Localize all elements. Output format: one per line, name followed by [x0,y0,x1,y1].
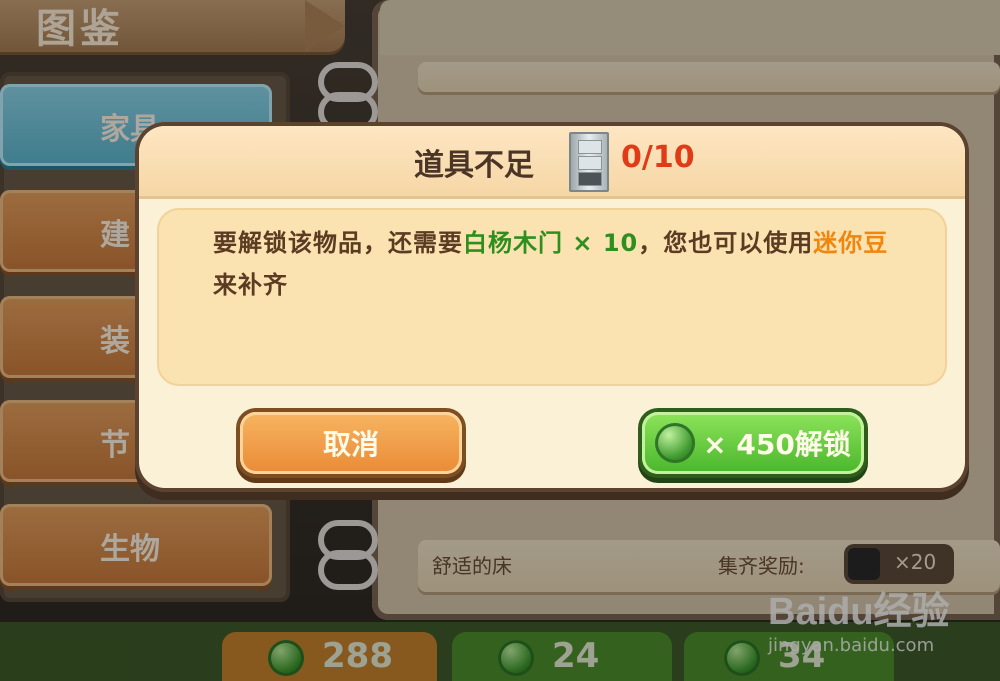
message-text: 要解锁该物品，还需要 [213,229,463,257]
gem-icon [655,423,696,463]
message-text: ，您也可以使用 [638,229,814,257]
currency-name: 迷你豆 [813,229,889,257]
insufficient-items-dialog: 道具不足 0/10 要解锁该物品，还需要白杨木门 × 10，您也可以使用迷你豆来… [139,126,965,488]
cancel-button[interactable]: 取消 [240,412,462,474]
dialog-title: 道具不足 [414,148,534,183]
dialog-message: 要解锁该物品，还需要白杨木门 × 10，您也可以使用迷你豆来补齐 [213,222,903,306]
cancel-label: 取消 [322,428,379,461]
message-box: 要解锁该物品，还需要白杨木门 × 10，您也可以使用迷你豆来补齐 [157,208,947,386]
dialog-header: 道具不足 0/10 [139,126,965,199]
unlock-label: × 450解锁 [703,428,851,461]
door-icon [569,132,609,192]
unlock-button[interactable]: × 450解锁 [642,412,864,474]
item-count: 0/10 [621,140,695,175]
required-item-name: 白杨木门 × 10 [463,229,639,257]
message-text: 来补齐 [213,271,288,299]
